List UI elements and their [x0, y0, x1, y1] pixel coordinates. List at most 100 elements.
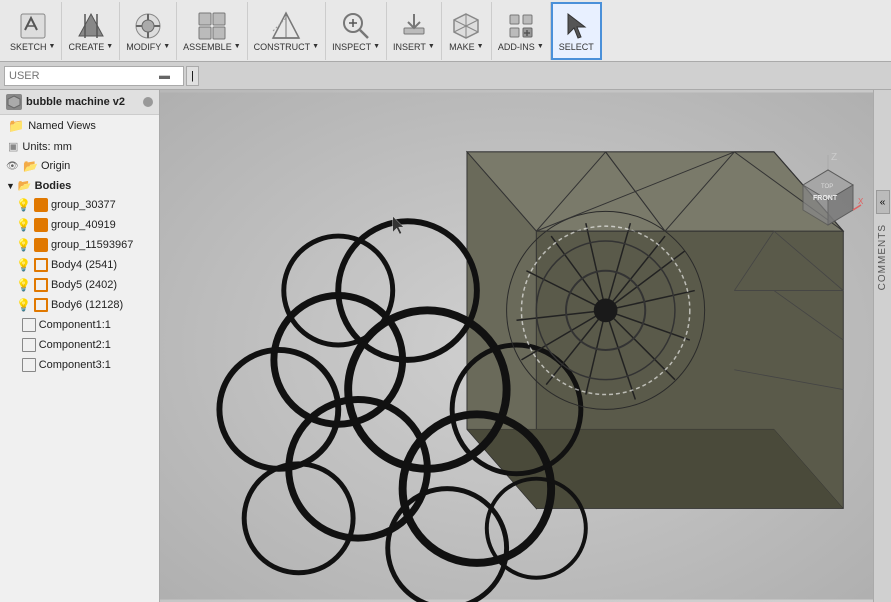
construct-label: CONSTRUCT▼	[254, 42, 319, 52]
sidebar-item-component2[interactable]: 👁 Component2:1	[0, 335, 159, 355]
sidebar-item-units[interactable]: ▣ Units: mm	[0, 137, 159, 156]
toolbar: SKETCH▼ CREATE▼ MODIFY▼	[0, 0, 891, 62]
component2-icon	[22, 338, 36, 352]
nav-cube-svg: Z FRONT TOP X	[793, 150, 863, 230]
main-area: bubble machine v2 📁 Named Views ▣ Units:…	[0, 90, 891, 602]
create-label: CREATE▼	[68, 42, 113, 52]
group30377-label: group_30377	[51, 199, 116, 211]
sketch-label: SKETCH▼	[10, 42, 55, 52]
sketch-icon	[17, 10, 49, 42]
body4-label: Body4 (2541)	[51, 259, 117, 271]
origin-eye-icon: 👁	[6, 161, 20, 172]
sidebar-item-origin[interactable]: 👁 📂 Origin	[0, 156, 159, 176]
svg-text:X: X	[858, 197, 863, 206]
insert-tool-group[interactable]: INSERT▼	[387, 2, 442, 60]
sidebar-item-component1[interactable]: 👁 Component1:1	[0, 315, 159, 335]
body4-cube-icon	[34, 258, 48, 272]
make-tool-group[interactable]: MAKE▼	[442, 2, 492, 60]
body5-label: Body5 (2402)	[51, 279, 117, 291]
named-views-label: Named Views	[28, 120, 96, 132]
modify-tool-group[interactable]: MODIFY▼	[120, 2, 177, 60]
create-icon	[75, 10, 107, 42]
second-bar: ▬ |	[0, 62, 891, 90]
sidebar-section-bodies[interactable]: ▼ 📂 Bodies	[0, 176, 159, 195]
navigation-cube[interactable]: Z FRONT TOP X	[793, 150, 863, 220]
sidebar-item-named-views[interactable]: 📁 Named Views	[0, 115, 159, 137]
project-icon	[6, 94, 22, 110]
svg-text:FRONT: FRONT	[813, 195, 838, 202]
group11593967-cube-icon	[34, 238, 48, 252]
sidebar-item-group30377[interactable]: 💡 group_30377	[0, 195, 159, 215]
bodies-label: Bodies	[35, 180, 72, 192]
sidebar-item-component3[interactable]: 👁 Component3:1	[0, 355, 159, 375]
search-bar-icon: ▬	[159, 70, 170, 82]
body4-bulb-icon: 💡	[16, 258, 31, 272]
component3-label: Component3:1	[39, 359, 111, 371]
sidebar-item-body6[interactable]: 💡 Body6 (12128)	[0, 295, 159, 315]
origin-folder-icon: 📂	[23, 159, 38, 173]
bodies-folder-icon: 📂	[18, 179, 32, 192]
group40919-cube-icon	[34, 218, 48, 232]
group30377-cube-icon	[34, 198, 48, 212]
svg-text:TOP: TOP	[821, 184, 833, 190]
assemble-tool-group[interactable]: ASSEMBLE▼	[177, 2, 247, 60]
collapse-button[interactable]: |	[186, 66, 199, 86]
named-views-folder-icon: 📁	[8, 118, 24, 134]
assemble-icon	[196, 10, 228, 42]
group30377-bulb-icon: 💡	[16, 198, 31, 212]
project-header[interactable]: bubble machine v2	[0, 90, 159, 115]
origin-label: Origin	[41, 160, 70, 172]
sidebar-item-group40919[interactable]: 💡 group_40919	[0, 215, 159, 235]
project-dot	[143, 97, 153, 107]
create-tool-group[interactable]: CREATE▼	[62, 2, 120, 60]
inspect-label: INSPECT▼	[332, 42, 380, 52]
sidebar-item-body4[interactable]: 💡 Body4 (2541)	[0, 255, 159, 275]
assemble-label: ASSEMBLE▼	[183, 42, 240, 52]
model-svg	[160, 90, 873, 602]
make-icon	[450, 10, 482, 42]
collapse-comments-button[interactable]: «	[876, 190, 890, 214]
sketch-tool-group[interactable]: SKETCH▼	[4, 2, 62, 60]
units-icon: ▣	[8, 140, 18, 153]
component1-label: Component1:1	[39, 319, 111, 331]
search-input[interactable]	[9, 70, 159, 82]
modify-label: MODIFY▼	[126, 42, 170, 52]
comments-label: COMMENTS	[877, 224, 888, 290]
viewport[interactable]: Z FRONT TOP X	[160, 90, 873, 602]
model-area	[160, 90, 873, 602]
project-name: bubble machine v2	[26, 96, 139, 108]
body6-bulb-icon: 💡	[16, 298, 31, 312]
bodies-arrow-icon: ▼	[6, 181, 15, 191]
insert-label: INSERT▼	[393, 42, 435, 52]
inspect-tool-group[interactable]: INSPECT▼	[326, 2, 387, 60]
group40919-bulb-icon: 💡	[16, 218, 31, 232]
select-tool-group[interactable]: SELECT	[551, 2, 602, 60]
component1-icon	[22, 318, 36, 332]
add-ins-icon	[505, 10, 537, 42]
units-label: Units: mm	[22, 141, 72, 153]
body5-bulb-icon: 💡	[16, 278, 31, 292]
search-bar[interactable]: ▬	[4, 66, 184, 86]
body5-cube-icon	[34, 278, 48, 292]
component3-icon	[22, 358, 36, 372]
group40919-label: group_40919	[51, 219, 116, 231]
comments-bar: « COMMENTS	[873, 90, 891, 602]
insert-icon	[398, 10, 430, 42]
construct-tool-group[interactable]: CONSTRUCT▼	[248, 2, 326, 60]
component2-label: Component2:1	[39, 339, 111, 351]
sidebar: bubble machine v2 📁 Named Views ▣ Units:…	[0, 90, 160, 602]
select-label: SELECT	[559, 42, 594, 52]
group11593967-bulb-icon: 💡	[16, 238, 31, 252]
inspect-icon	[340, 10, 372, 42]
group11593967-label: group_11593967	[51, 239, 133, 251]
add-ins-label: ADD-INS▼	[498, 42, 544, 52]
svg-text:Z: Z	[831, 152, 837, 163]
construct-icon	[270, 10, 302, 42]
add-ins-tool-group[interactable]: ADD-INS▼	[492, 2, 551, 60]
make-label: MAKE▼	[449, 42, 483, 52]
sidebar-item-body5[interactable]: 💡 Body5 (2402)	[0, 275, 159, 295]
sidebar-item-group11593967[interactable]: 💡 group_11593967	[0, 235, 159, 255]
body6-cube-icon	[34, 298, 48, 312]
modify-icon	[132, 10, 164, 42]
select-icon	[560, 10, 592, 42]
